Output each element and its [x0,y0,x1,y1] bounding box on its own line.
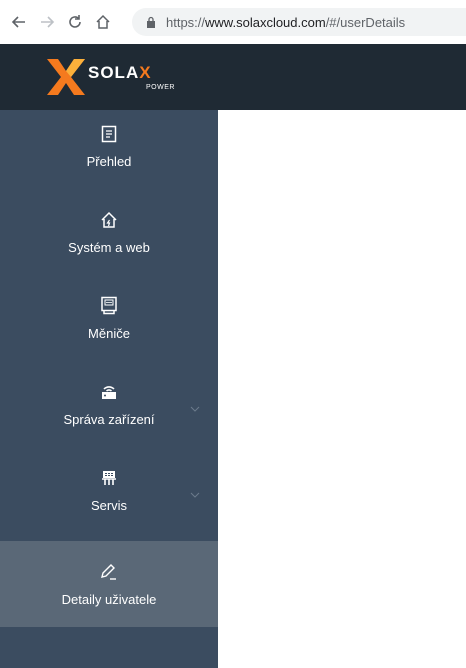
brand-name-main: SOLA [88,63,140,82]
edit-icon [99,562,119,582]
chevron-down-icon[interactable] [190,404,200,414]
sidebar: Přehled Systém a web Měniče Správa zaříz… [0,110,218,668]
sidebar-item-label: Měniče [88,326,130,341]
lock-icon [144,15,158,29]
brand-name-x: X [139,63,152,82]
url-path: /#/userDetails [325,14,406,30]
sidebar-item-label: Detaily uživatele [61,591,157,607]
address-bar[interactable]: https://www.solaxcloud.com/#/userDetails [132,8,466,36]
sidebar-item-service[interactable]: Servis [0,468,218,540]
back-icon[interactable] [8,11,30,33]
brand-name: SOLAX [88,63,152,83]
overview-icon [99,124,119,144]
brand-subtitle: POWER [146,84,175,91]
browser-toolbar: https://www.solaxcloud.com/#/userDetails [0,0,466,44]
sidebar-item-label: Přehled [86,154,132,169]
reload-icon[interactable] [64,11,86,33]
sidebar-item-system[interactable]: Systém a web [0,210,218,280]
home-browser-icon[interactable] [92,11,114,33]
sidebar-item-label: Servis [90,498,128,513]
main-content [218,110,466,668]
forward-icon[interactable] [36,11,58,33]
url-text: https://www.solaxcloud.com/#/userDetails [166,15,405,30]
service-icon [99,468,119,488]
home-icon [99,210,119,230]
chevron-down-icon[interactable] [190,490,200,500]
sidebar-item-inverters[interactable]: Měniče [0,296,218,366]
sidebar-item-device-management[interactable]: Správa zařízení [0,382,218,454]
sidebar-item-label: Správa zařízení [63,412,155,427]
url-scheme: https:// [166,14,206,30]
sidebar-item-label: Systém a web [68,240,150,255]
router-icon [99,382,119,402]
url-host: www.solaxcloud.com [205,14,326,30]
sidebar-item-overview[interactable]: Přehled [0,124,218,194]
inverter-icon [99,296,119,316]
sidebar-item-user-details[interactable]: Detaily uživatele [0,541,218,627]
